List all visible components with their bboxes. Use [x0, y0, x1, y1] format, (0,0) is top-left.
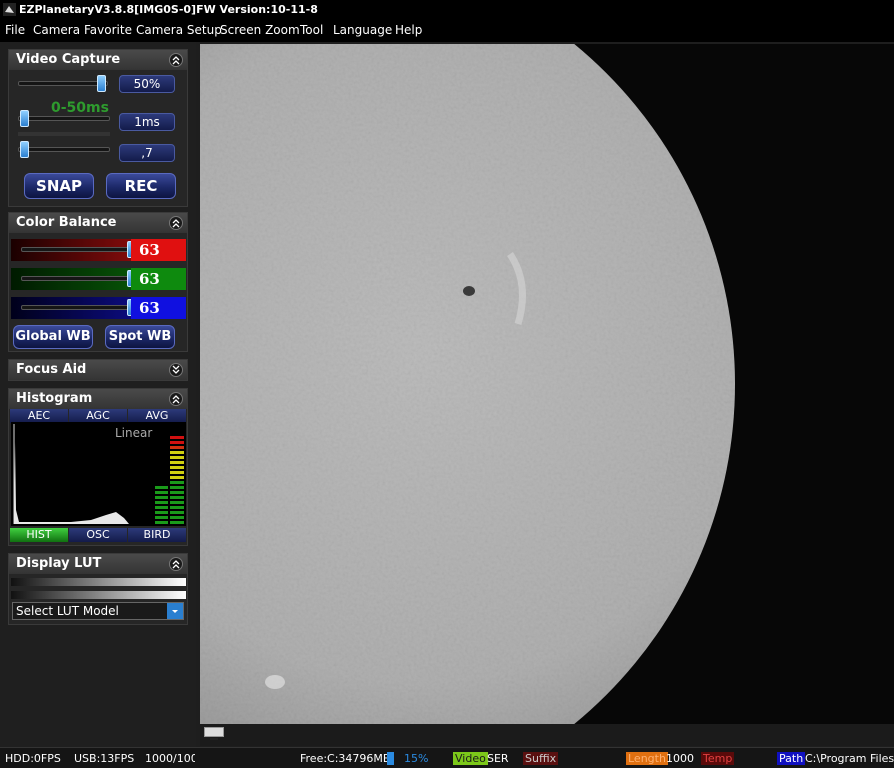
- color-balance-title: Color Balance: [16, 215, 117, 230]
- level-meter: [155, 436, 184, 524]
- disk-usage-bar: [387, 752, 394, 765]
- green-value[interactable]: 63: [131, 268, 186, 290]
- color-balance-header: Color Balance: [9, 213, 187, 233]
- global-wb-button[interactable]: Global WB: [13, 325, 93, 349]
- gain-value[interactable]: 50%: [119, 75, 175, 93]
- path-label[interactable]: Path: [777, 752, 806, 765]
- gamma-slider-thumb[interactable]: [19, 141, 29, 158]
- tab-aec[interactable]: AEC: [10, 409, 68, 423]
- histogram-graph: [13, 424, 184, 524]
- status-bar: HDD:0FPS USB:13FPS 1000/1000 Free:C:3479…: [0, 747, 894, 768]
- video-capture-panel: Video Capture 50% 0-50ms 1ms ,7 SNAP REC: [8, 49, 188, 207]
- red-value[interactable]: 63: [131, 239, 186, 261]
- collapse-up-icon[interactable]: [169, 557, 183, 571]
- length-value: 1000: [666, 752, 694, 765]
- exposure-slider-track[interactable]: [18, 116, 110, 121]
- histogram-header: Histogram: [9, 389, 187, 409]
- focus-aid-panel: Focus Aid: [8, 359, 188, 381]
- histogram-title: Histogram: [16, 391, 93, 406]
- blue-slider-track[interactable]: [21, 305, 131, 310]
- blue-balance-row: 63: [11, 297, 186, 319]
- green-balance-row: 63: [11, 268, 186, 290]
- green-slider-track[interactable]: [21, 276, 131, 281]
- exposure-slider-thumb[interactable]: [19, 110, 29, 127]
- menu-camera[interactable]: Camera: [33, 23, 80, 37]
- histogram-panel: Histogram AEC AGC AVG Linear HIST OSC BI…: [8, 388, 188, 546]
- menu-screen-zoom[interactable]: Screen Zoom: [220, 23, 300, 37]
- sunspot: [463, 286, 475, 296]
- disk-usage-percent: 15%: [404, 752, 429, 765]
- suffix-label[interactable]: Suffix: [523, 752, 559, 765]
- gamma-slider-track[interactable]: [18, 147, 110, 152]
- video-capture-header: Video Capture: [9, 50, 187, 70]
- title-bar: EZPlanetaryV3.8.8[IMG0S-0]FW Version:10-…: [0, 0, 894, 20]
- viewer-toolbar: [200, 724, 894, 746]
- menu-camera-setup[interactable]: Camera Setup: [136, 23, 222, 37]
- focus-aid-title: Focus Aid: [16, 362, 87, 377]
- tab-osc[interactable]: OSC: [69, 528, 127, 542]
- lut-model-select-value: Select LUT Model: [16, 604, 119, 618]
- collapse-up-icon[interactable]: [169, 53, 183, 67]
- spot-wb-button[interactable]: Spot WB: [105, 325, 175, 349]
- exposure-value[interactable]: 1ms: [119, 113, 175, 131]
- video-capture-title: Video Capture: [16, 52, 121, 67]
- tab-avg[interactable]: AVG: [128, 409, 186, 423]
- gain-slider-thumb[interactable]: [96, 75, 106, 92]
- window-title: EZPlanetaryV3.8.8[IMG0S-0]FW Version:10-…: [19, 3, 318, 16]
- histogram-mode-tabs: AEC AGC AVG: [9, 409, 187, 423]
- chevron-down-icon[interactable]: [167, 603, 183, 619]
- color-balance-panel: Color Balance 63 63 63 Global WB Spot WB: [8, 212, 188, 352]
- gain-slider-track[interactable]: [18, 81, 108, 86]
- temp-label[interactable]: Temp: [701, 752, 735, 765]
- focus-aid-header[interactable]: Focus Aid: [9, 360, 187, 380]
- zoom-out-button[interactable]: [204, 727, 224, 740]
- divider: [18, 132, 110, 136]
- menu-language[interactable]: Language: [333, 23, 392, 37]
- frame-count: 1000/1000: [145, 752, 195, 765]
- expand-down-icon[interactable]: [169, 363, 183, 377]
- video-format-label[interactable]: Video: [453, 752, 488, 765]
- histogram-scale-label: Linear: [115, 426, 153, 440]
- display-lut-panel: Display LUT Select LUT Model: [8, 553, 188, 625]
- menu-bar: File Camera Favorite Camera Setup Screen…: [0, 20, 894, 42]
- gamma-value[interactable]: ,7: [119, 144, 175, 162]
- snap-button[interactable]: SNAP: [24, 173, 94, 199]
- hdd-fps: HDD:0FPS: [5, 752, 61, 765]
- histogram-display: Linear: [11, 422, 186, 526]
- sun-image: [200, 44, 894, 724]
- rec-button[interactable]: REC: [106, 173, 176, 199]
- free-space: Free:C:34796MB: [300, 752, 391, 765]
- lut-model-select[interactable]: Select LUT Model: [12, 602, 184, 620]
- lut-gradient-input: [11, 578, 186, 586]
- menu-help[interactable]: Help: [395, 23, 422, 37]
- tab-hist[interactable]: HIST: [10, 528, 68, 542]
- path-value: C:\Program Files (x: [805, 752, 894, 765]
- blue-value[interactable]: 63: [131, 297, 186, 319]
- app-icon: [3, 3, 16, 16]
- menu-tool[interactable]: Tool: [300, 23, 323, 37]
- length-label[interactable]: Length: [626, 752, 668, 765]
- collapse-up-icon[interactable]: [169, 216, 183, 230]
- lut-gradient-output: [11, 591, 186, 599]
- control-panel: Video Capture 50% 0-50ms 1ms ,7 SNAP REC…: [0, 42, 196, 747]
- red-balance-row: 63: [11, 239, 186, 261]
- collapse-up-icon[interactable]: [169, 392, 183, 406]
- display-lut-title: Display LUT: [16, 556, 102, 571]
- menu-favorite[interactable]: Favorite: [84, 23, 132, 37]
- red-slider-track[interactable]: [21, 247, 131, 252]
- tab-agc[interactable]: AGC: [69, 409, 127, 423]
- display-lut-header: Display LUT: [9, 554, 187, 574]
- image-viewer[interactable]: [200, 44, 894, 724]
- histogram-view-tabs: HIST OSC BIRD: [9, 528, 187, 542]
- usb-fps: USB:13FPS: [74, 752, 135, 765]
- video-format-value: SER: [487, 752, 509, 765]
- exposure-range-label: 0-50ms: [51, 100, 109, 116]
- tab-bird[interactable]: BIRD: [128, 528, 186, 542]
- menu-file[interactable]: File: [5, 23, 25, 37]
